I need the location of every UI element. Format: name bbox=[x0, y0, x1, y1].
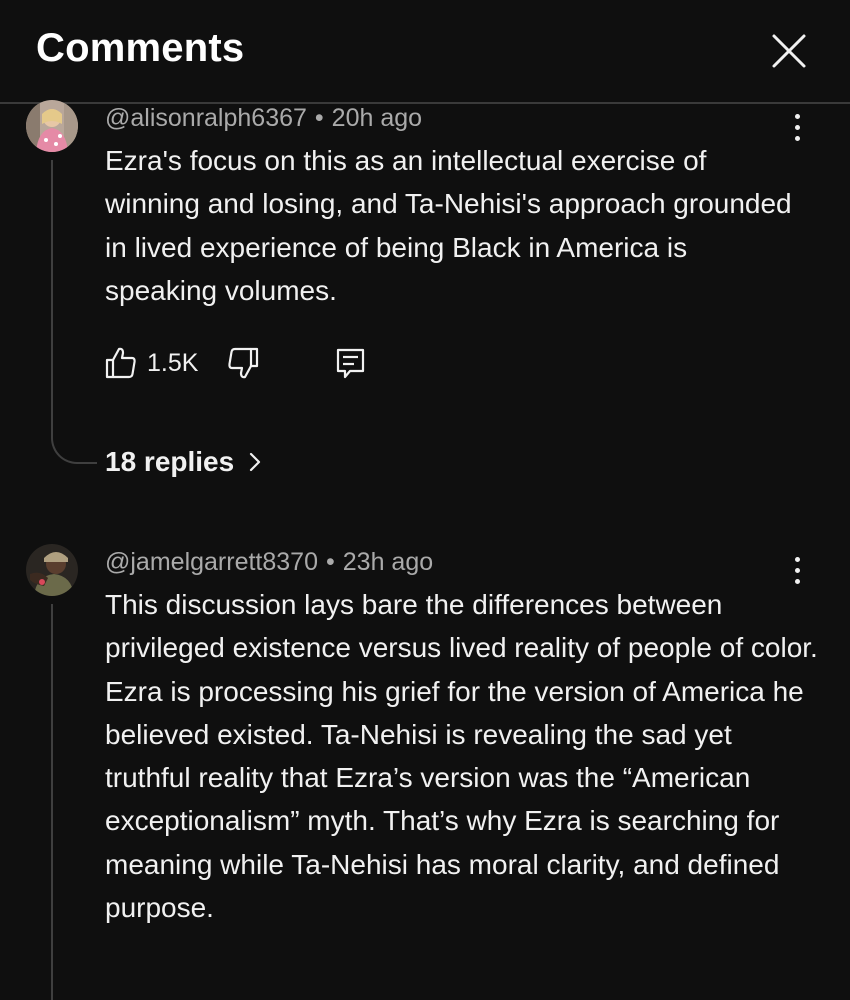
reply-icon bbox=[336, 348, 365, 379]
comment-text: Ezra's focus on this as an intellectual … bbox=[105, 145, 792, 306]
chevron-right-icon bbox=[248, 448, 262, 480]
dislike-button[interactable] bbox=[226, 347, 260, 381]
comment-author[interactable]: @jamelgarrett8370 bbox=[105, 548, 318, 576]
comment-meta: @alisonralph6367 • 20h ago bbox=[105, 104, 422, 133]
thread-line bbox=[51, 160, 53, 416]
close-icon bbox=[772, 34, 806, 68]
meta-separator: • bbox=[314, 104, 324, 132]
like-button[interactable] bbox=[104, 345, 138, 379]
comment-time: 20h ago bbox=[331, 104, 423, 132]
like-count: 1.5K bbox=[147, 349, 199, 377]
thumbs-up-icon bbox=[105, 347, 136, 379]
reply-button[interactable] bbox=[334, 346, 368, 380]
replies-label: 18 replies bbox=[105, 446, 235, 477]
page-title: Comments bbox=[36, 26, 245, 70]
thread-line bbox=[51, 604, 53, 1000]
thread-connector bbox=[51, 414, 97, 464]
comment-text: This discussion lays bare the difference… bbox=[105, 589, 818, 924]
comment-meta: @jamelgarrett8370 • 23h ago bbox=[105, 548, 433, 577]
comments-panel: Comments @alisonralph6367 • 20h ago Ezra… bbox=[0, 0, 850, 1000]
thumbs-down-icon bbox=[228, 347, 259, 379]
avatar-image bbox=[26, 100, 78, 152]
comments-header: Comments bbox=[0, 0, 850, 104]
comment-author[interactable]: @alisonralph6367 bbox=[105, 104, 307, 132]
comment-time: 23h ago bbox=[342, 548, 434, 576]
avatar[interactable] bbox=[26, 100, 78, 152]
view-replies-button[interactable]: 18 replies bbox=[105, 446, 262, 480]
avatar[interactable] bbox=[26, 544, 78, 596]
close-button[interactable] bbox=[770, 32, 808, 70]
meta-separator: • bbox=[326, 548, 335, 576]
avatar-image bbox=[26, 544, 78, 596]
